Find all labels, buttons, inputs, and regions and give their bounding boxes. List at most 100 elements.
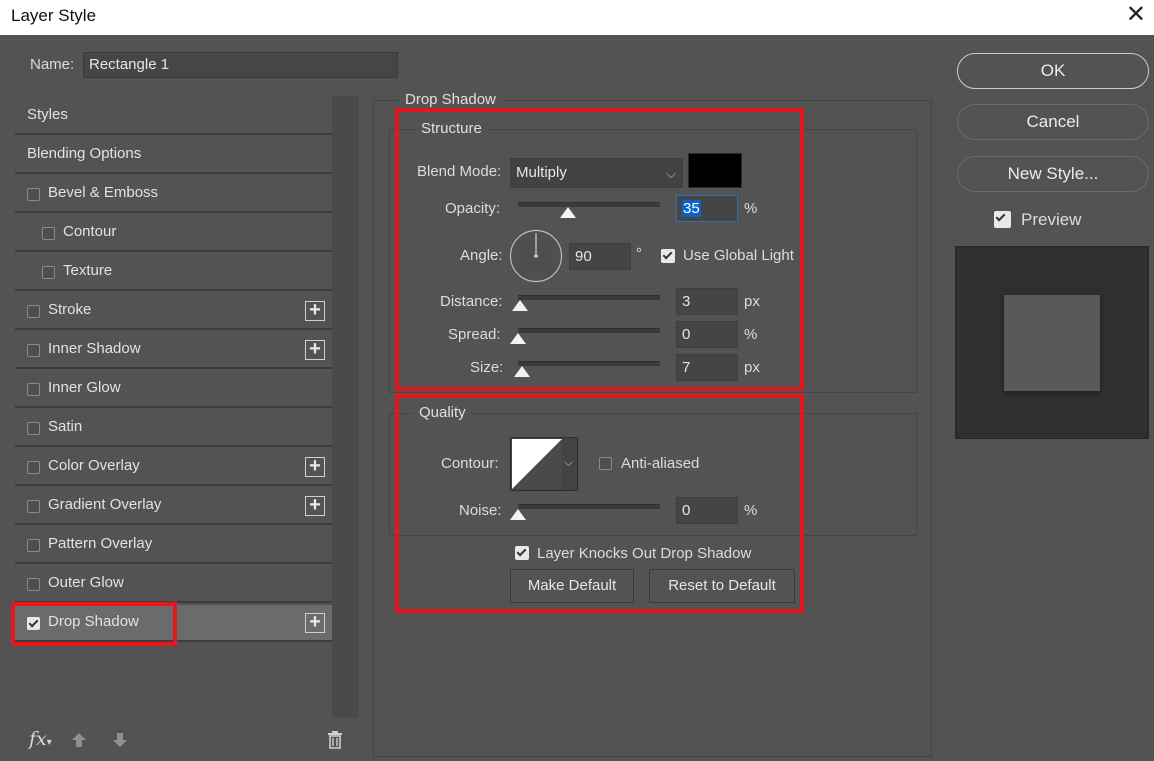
style-item-label: Contour — [63, 223, 117, 240]
name-label: Name: — [30, 56, 75, 73]
styles-list: Styles Blending Options Bevel & Emboss Cont… — [15, 96, 359, 718]
noise-input[interactable]: 0 — [676, 497, 738, 524]
contour-label: Contour: — [441, 455, 499, 472]
distance-unit: px — [744, 293, 760, 310]
contour-preview-icon — [512, 439, 562, 489]
styles-scrollbar[interactable] — [332, 96, 359, 718]
style-item-checkbox[interactable] — [27, 617, 40, 630]
reset-default-button[interactable]: Reset to Default — [649, 569, 795, 603]
style-item-drop-shadow[interactable]: Drop Shadow + — [15, 605, 332, 642]
style-item-checkbox[interactable] — [27, 383, 40, 396]
ok-button[interactable]: OK — [957, 53, 1149, 89]
add-effect-icon[interactable]: + — [305, 339, 325, 360]
style-item-stroke[interactable]: Stroke + — [15, 293, 332, 330]
chevron-down-icon: ⌵ — [666, 166, 676, 181]
opacity-slider[interactable] — [518, 202, 660, 207]
close-icon[interactable]: ✕ — [1126, 2, 1146, 28]
style-item-label: Bevel & Emboss — [48, 184, 159, 201]
preview-label: Preview — [1021, 210, 1082, 229]
make-default-button[interactable]: Make Default — [510, 569, 634, 603]
style-item-checkbox[interactable] — [27, 188, 40, 201]
style-item-blending-options[interactable]: Blending Options — [15, 137, 332, 174]
style-item-color-overlay[interactable]: Color Overlay + — [15, 449, 332, 486]
style-item-checkbox[interactable] — [42, 266, 55, 279]
preview-checkbox[interactable] — [994, 211, 1011, 228]
distance-label: Distance: — [440, 293, 503, 310]
cancel-button[interactable]: Cancel — [957, 104, 1149, 140]
style-item-label: Blending Options — [27, 145, 142, 162]
style-item-checkbox[interactable] — [27, 422, 40, 435]
style-item-checkbox[interactable] — [27, 305, 40, 318]
noise-unit: % — [744, 502, 758, 519]
style-preview — [955, 246, 1149, 439]
knockout-checkbox[interactable] — [515, 546, 529, 560]
noise-slider[interactable] — [518, 504, 660, 509]
anti-aliased-label: Anti-aliased — [621, 455, 700, 472]
size-slider-thumb[interactable] — [513, 366, 530, 377]
style-item-gradient-overlay[interactable]: Gradient Overlay + — [15, 488, 332, 525]
spread-label: Spread: — [448, 326, 501, 343]
drop-shadow-title: Drop Shadow — [399, 91, 502, 108]
style-item-inner-glow[interactable]: Inner Glow — [15, 371, 332, 408]
blend-mode-label: Blend Mode: — [417, 163, 502, 180]
add-effect-icon[interactable]: + — [305, 495, 325, 516]
style-item-outer-glow[interactable]: Outer Glow — [15, 566, 332, 603]
size-slider[interactable] — [518, 361, 660, 366]
name-input[interactable]: Rectangle 1 — [83, 52, 398, 78]
angle-input[interactable]: 90 — [569, 243, 631, 270]
style-item-contour[interactable]: Contour — [15, 215, 332, 252]
quality-title: Quality — [413, 404, 472, 421]
distance-input[interactable]: 3 — [676, 288, 738, 315]
move-down-icon[interactable] — [111, 731, 129, 749]
spread-slider[interactable] — [518, 328, 660, 333]
style-item-label: Styles — [27, 106, 68, 123]
anti-aliased-checkbox[interactable] — [599, 457, 612, 470]
opacity-slider-thumb[interactable] — [559, 207, 576, 218]
distance-slider-thumb[interactable] — [511, 300, 528, 311]
style-item-checkbox[interactable] — [27, 344, 40, 357]
opacity-value: 35 — [682, 200, 701, 217]
knockout-label: Layer Knocks Out Drop Shadow — [537, 545, 752, 562]
noise-slider-thumb[interactable] — [510, 509, 526, 520]
style-item-label: Gradient Overlay — [48, 496, 162, 513]
trash-icon[interactable] — [326, 730, 344, 750]
style-item-texture[interactable]: Texture — [15, 254, 332, 291]
shadow-color-swatch[interactable] — [688, 153, 742, 188]
move-up-icon[interactable] — [70, 731, 88, 749]
distance-slider[interactable] — [518, 295, 660, 300]
style-item-satin[interactable]: Satin — [15, 410, 332, 447]
spread-input[interactable]: 0 — [676, 321, 738, 348]
style-item-checkbox[interactable] — [27, 539, 40, 552]
style-item-bevel-emboss[interactable]: Bevel & Emboss — [15, 176, 332, 213]
style-item-label: Color Overlay — [48, 457, 140, 474]
add-effect-icon[interactable]: + — [305, 612, 325, 633]
noise-label: Noise: — [459, 502, 502, 519]
preview-swatch — [1004, 295, 1100, 391]
opacity-input[interactable]: 35 — [676, 195, 738, 222]
title-bar: Layer Style ✕ — [0, 0, 1154, 35]
style-item-checkbox[interactable] — [42, 227, 55, 240]
style-item-checkbox[interactable] — [27, 461, 40, 474]
blend-mode-select[interactable]: Multiply ⌵ — [510, 158, 683, 188]
style-item-checkbox[interactable] — [27, 500, 40, 513]
global-light-checkbox[interactable] — [661, 249, 675, 263]
blend-mode-value: Multiply — [516, 164, 567, 181]
global-light-label: Use Global Light — [683, 247, 794, 264]
fx-button[interactable]: fx▾ — [29, 728, 52, 750]
style-item-inner-shadow[interactable]: Inner Shadow + — [15, 332, 332, 369]
chevron-down-icon[interactable]: ⌵ — [564, 455, 573, 470]
angle-dial[interactable] — [509, 229, 563, 283]
style-item-label: Satin — [48, 418, 83, 435]
style-item-pattern-overlay[interactable]: Pattern Overlay — [15, 527, 332, 564]
style-item-checkbox[interactable] — [27, 578, 40, 591]
add-effect-icon[interactable]: + — [305, 300, 325, 321]
spread-unit: % — [744, 326, 758, 343]
size-input[interactable]: 7 — [676, 354, 738, 381]
style-item-label: Outer Glow — [48, 574, 124, 591]
add-effect-icon[interactable]: + — [305, 456, 325, 477]
style-item-styles[interactable]: Styles — [15, 98, 332, 135]
size-unit: px — [744, 359, 760, 376]
spread-slider-thumb[interactable] — [510, 333, 526, 344]
contour-picker[interactable]: ⌵ — [510, 437, 578, 491]
new-style-button[interactable]: New Style... — [957, 156, 1149, 192]
